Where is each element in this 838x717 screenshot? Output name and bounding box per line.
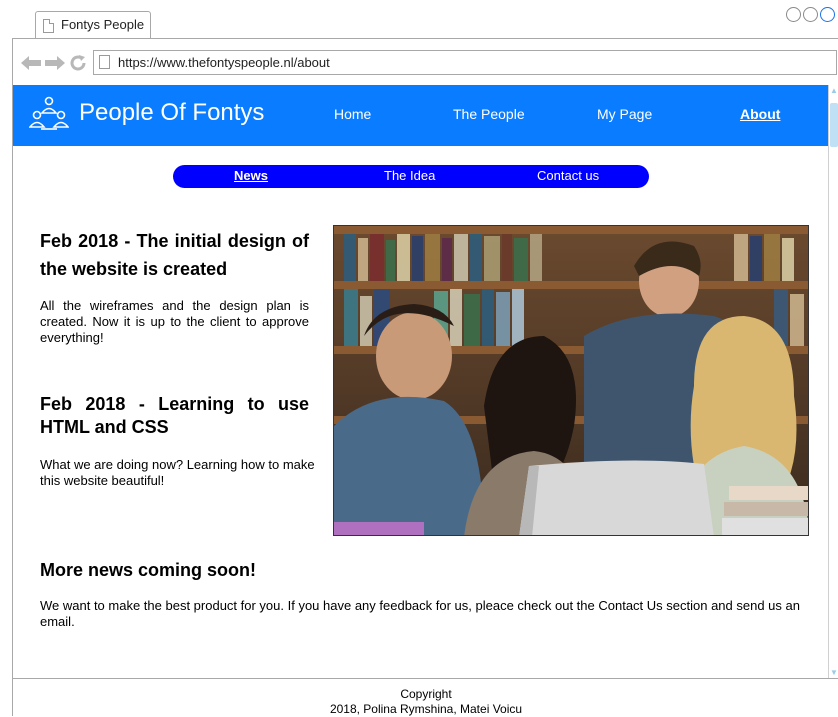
scroll-up-icon[interactable]: ▲ — [830, 86, 838, 95]
website: People Of Fontys Home The People My Page… — [12, 85, 838, 716]
reload-icon[interactable] — [69, 54, 87, 76]
news-title-2: Feb 2018 - Learning to use HTML and CSS — [40, 394, 309, 437]
students-photo — [333, 225, 809, 536]
site-brand[interactable]: People Of Fontys — [79, 99, 264, 127]
news-body-1: All the wireframes and the design plan i… — [40, 298, 309, 345]
nav-about[interactable]: About — [740, 106, 780, 122]
forward-icon[interactable] — [45, 56, 65, 74]
maximize-icon[interactable] — [803, 7, 818, 22]
back-icon[interactable] — [21, 56, 41, 74]
scrollbar-thumb[interactable] — [830, 103, 838, 147]
people-group-icon — [29, 96, 69, 130]
footer-copyright: Copyright — [400, 687, 452, 701]
site-header: People Of Fontys Home The People My Page… — [13, 85, 828, 146]
subnav-the-idea[interactable]: The Idea — [384, 168, 435, 183]
browser-tab[interactable]: Fontys People — [35, 11, 151, 38]
nav-home[interactable]: Home — [334, 106, 371, 122]
minimize-icon[interactable] — [786, 7, 801, 22]
scrollbar[interactable]: ▲ ▼ — [828, 85, 838, 678]
url-text: https://www.thefontyspeople.nl/about — [118, 55, 330, 70]
address-bar-row: https://www.thefontyspeople.nl/about — [12, 39, 838, 85]
page-icon — [43, 19, 54, 33]
site-footer: Copyright 2018, Polina Rymshina, Matei V… — [13, 678, 838, 717]
nav-my-page[interactable]: My Page — [597, 106, 652, 122]
close-icon[interactable] — [820, 7, 835, 22]
browser-tab-bar: Fontys People — [0, 0, 838, 40]
subnav-contact-us[interactable]: Contact us — [537, 168, 599, 183]
news-title-1: Feb 2018 - The initial design of the web… — [40, 231, 309, 279]
news-body-2: What we are doing now? Learning how to m… — [40, 457, 315, 488]
url-input[interactable]: https://www.thefontyspeople.nl/about — [93, 50, 837, 75]
scroll-down-icon[interactable]: ▼ — [830, 668, 838, 677]
more-news-body: We want to make the best product for you… — [40, 598, 800, 629]
nav-the-people[interactable]: The People — [453, 106, 525, 122]
more-news-title: More news coming soon! — [40, 560, 257, 580]
page-icon — [99, 55, 110, 69]
sub-navigation: News The Idea Contact us — [173, 165, 649, 188]
footer-authors: 2018, Polina Rymshina, Matei Voicu — [329, 702, 523, 716]
tab-title: Fontys People — [61, 17, 145, 32]
subnav-news[interactable]: News — [234, 168, 268, 183]
